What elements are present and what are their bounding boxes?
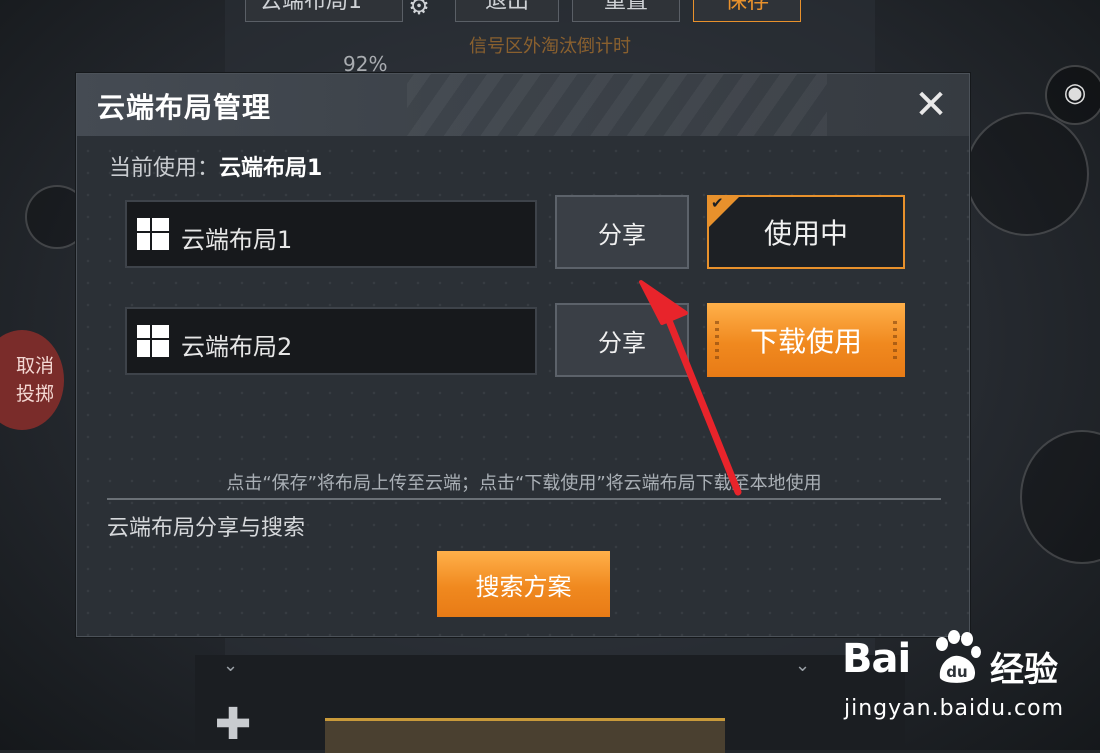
reset-button[interactable]: 重置 — [572, 0, 680, 22]
gear-icon[interactable]: ⚙ — [402, 0, 436, 22]
watermark-url: jingyan.baidu.com — [844, 696, 1065, 721]
current-label: 当前使用： — [109, 156, 220, 181]
layout-field-1[interactable]: 云端布局1 — [125, 200, 537, 268]
header-stripes — [407, 74, 827, 136]
checkmark-icon: ✔ — [711, 194, 724, 212]
bottom-health-bar — [325, 718, 725, 753]
top-layout-name[interactable]: 云端布局1 — [245, 0, 403, 22]
chevron-down-icon[interactable]: ⌄ — [795, 655, 810, 676]
in-use-button[interactable]: ✔ 使用中 — [707, 194, 905, 269]
baidu-watermark: Bai du 经验 jingyan.baidu.com — [842, 630, 1092, 730]
eye-icon[interactable]: ◉ — [1045, 65, 1100, 125]
layout-icon — [137, 325, 169, 357]
button-grip-right — [893, 321, 897, 359]
search-scheme-button[interactable]: 搜索方案 — [437, 551, 610, 617]
current-layout-row: 当前使用：云端布局1 — [109, 150, 322, 182]
zone-countdown-hint: 信号区外淘汰倒计时 — [469, 36, 631, 57]
layout-icon — [137, 218, 169, 250]
button-grip-left — [715, 321, 719, 359]
chevron-down-icon[interactable]: ⌄ — [223, 655, 238, 676]
share-button-1[interactable]: 分享 — [555, 195, 689, 269]
download-use-button[interactable]: 下载使用 — [707, 303, 905, 377]
layout-name-2: 云端布局2 — [181, 333, 293, 361]
current-value: 云端布局1 — [219, 156, 323, 181]
save-button[interactable]: 保存 — [693, 0, 801, 22]
section-title: 云端布局分享与搜索 — [107, 516, 306, 541]
divider — [107, 498, 941, 500]
layout-name-1: 云端布局1 — [181, 226, 293, 254]
cancel-throw-label-1: 取消 — [15, 355, 54, 377]
in-use-label: 使用中 — [763, 217, 848, 250]
cancel-throw-label-2: 投掷 — [15, 383, 54, 405]
dialog-title: 云端布局管理 — [97, 91, 272, 124]
medkit-icon[interactable]: ✚ — [205, 700, 261, 750]
download-use-label: 下载使用 — [749, 325, 862, 358]
svg-text:du: du — [946, 663, 967, 681]
tip-text: 点击“保存”将布局上传至云端；点击“下载使用”将云端布局下载至本地使用 — [226, 473, 822, 494]
layout-field-2[interactable]: 云端布局2 — [125, 307, 537, 375]
watermark-logo: Bai — [842, 636, 911, 682]
cloud-layout-dialog: 云端布局管理 ✕ 当前使用：云端布局1 云端布局1 分享 ✔ 使用中 云端布局2… — [76, 73, 970, 637]
paw-icon: du — [936, 630, 981, 683]
exit-button[interactable]: 退出 — [455, 0, 559, 22]
close-icon[interactable]: ✕ — [909, 84, 953, 128]
dialog-header: 云端布局管理 ✕ — [77, 74, 969, 136]
watermark-cn: 经验 — [990, 650, 1058, 690]
share-button-2[interactable]: 分享 — [555, 303, 689, 377]
lean-button[interactable] — [965, 112, 1089, 236]
search-scheme-label: 搜索方案 — [475, 572, 572, 601]
